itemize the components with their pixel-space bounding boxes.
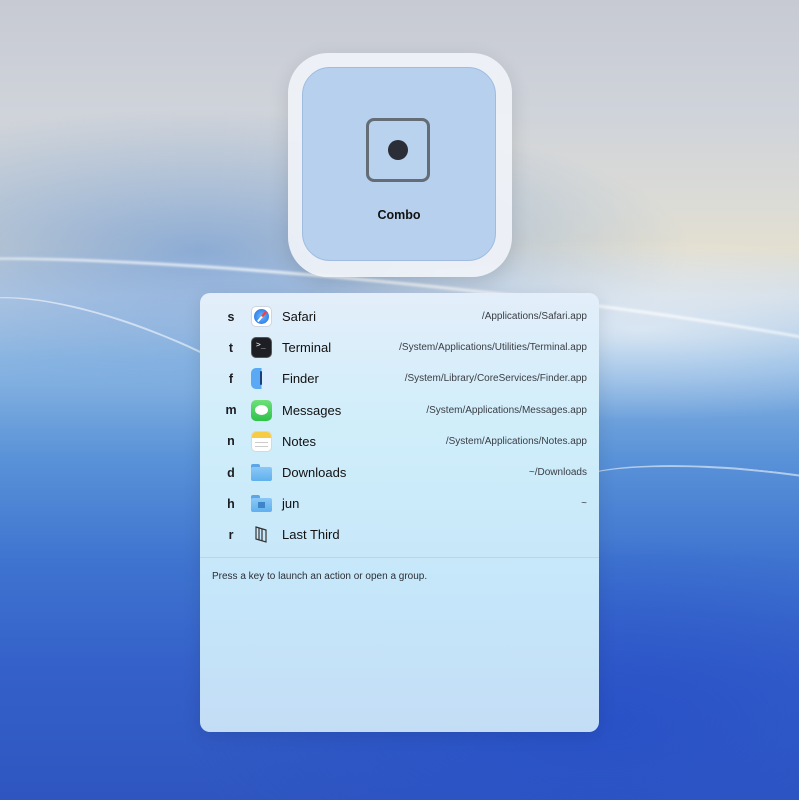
finder-icon: [251, 368, 272, 390]
item-path: ~: [581, 498, 587, 510]
action-panel: s Safari /Applications/Safari.app t >_ T…: [200, 293, 599, 732]
notes-icon: [251, 430, 272, 452]
shortcut-key: h: [227, 496, 235, 511]
messages-icon: [251, 399, 272, 421]
shortcut-key: r: [228, 527, 234, 542]
folder-icon: [251, 462, 272, 483]
shortcut-key: s: [227, 309, 235, 324]
footer-hint: Press a key to launch an action or open …: [212, 571, 428, 582]
item-name: Last Third: [282, 527, 340, 543]
safari-icon: [251, 306, 272, 327]
mode-indicator: Combo: [288, 53, 512, 277]
item-path: /System/Applications/Utilities/Terminal.…: [399, 342, 587, 354]
item-name: jun: [282, 496, 300, 512]
list-item-finder[interactable]: f Finder /System/Library/CoreServices/Fi…: [200, 363, 599, 394]
list-item-downloads[interactable]: d Downloads ~/Downloads: [200, 457, 599, 488]
shortcut-key: t: [228, 340, 234, 355]
dot-icon: [388, 140, 408, 160]
action-list: s Safari /Applications/Safari.app t >_ T…: [200, 301, 599, 551]
list-item-notes[interactable]: n Notes /System/Applications/Notes.app: [200, 426, 599, 457]
item-name: Safari: [282, 309, 316, 325]
item-path: /Applications/Safari.app: [481, 311, 587, 323]
terminal-icon: >_: [251, 337, 272, 359]
item-path: /System/Applications/Messages.app: [426, 404, 587, 416]
shortcut-key: f: [228, 371, 234, 386]
item-path: /System/Applications/Notes.app: [445, 435, 587, 447]
list-item-home[interactable]: h jun ~: [200, 488, 599, 519]
item-path: ~/Downloads: [528, 467, 587, 479]
list-item-last-third[interactable]: r Last Third: [200, 519, 599, 550]
item-name: Finder: [282, 371, 319, 387]
home-folder-icon: [251, 493, 272, 514]
divider: [200, 557, 599, 558]
item-path: /System/Library/CoreServices/Finder.app: [404, 373, 587, 385]
window-layout-icon: [251, 524, 272, 545]
item-name: Terminal: [282, 340, 332, 356]
shortcut-key: d: [227, 465, 235, 480]
item-name: Downloads: [282, 465, 347, 481]
shortcut-key: m: [225, 403, 237, 418]
item-name: Notes: [282, 433, 316, 449]
list-item-safari[interactable]: s Safari /Applications/Safari.app: [200, 301, 599, 332]
list-item-terminal[interactable]: t >_ Terminal /System/Applications/Utili…: [200, 332, 599, 363]
item-name: Messages: [282, 402, 342, 418]
list-item-messages[interactable]: m Messages /System/Applications/Messages…: [200, 395, 599, 426]
shortcut-key: n: [227, 434, 235, 449]
mode-label: Combo: [377, 208, 421, 222]
key-dot-icon: [366, 118, 430, 182]
mode-indicator-card: Combo: [302, 67, 496, 261]
